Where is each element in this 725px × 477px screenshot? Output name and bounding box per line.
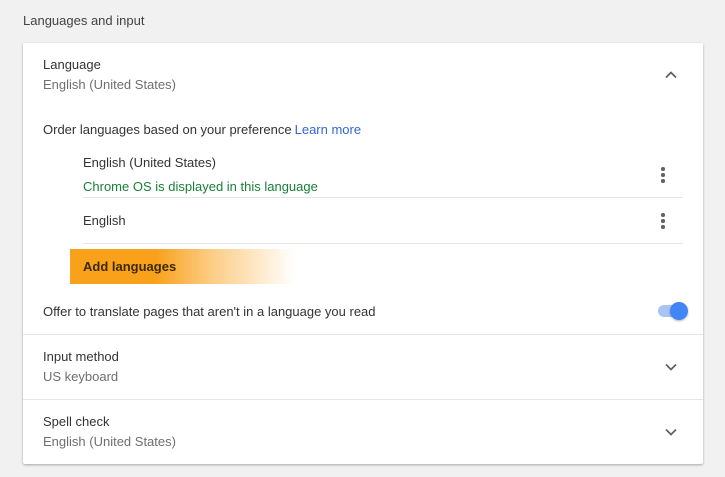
- toggle-knob: [670, 302, 688, 320]
- spell-check-title: Spell check: [43, 414, 110, 429]
- chevron-down-icon[interactable]: [660, 421, 682, 443]
- input-method-title: Input method: [43, 349, 119, 364]
- language-title: Language: [43, 57, 101, 72]
- languages-card: Language English (United States) Order l…: [23, 43, 703, 464]
- section-divider: [23, 334, 703, 335]
- input-method-value: US keyboard: [43, 369, 119, 384]
- language-value: English (United States): [43, 77, 176, 92]
- add-languages-label: Add languages: [83, 259, 177, 274]
- chevron-down-icon[interactable]: [660, 356, 682, 378]
- section-divider: [23, 399, 703, 400]
- translate-toggle[interactable]: [656, 302, 688, 320]
- order-languages-text: Order languages based on your preference: [43, 122, 292, 137]
- learn-more-link[interactable]: Learn more: [295, 122, 361, 137]
- add-languages-button[interactable]: Add languages: [70, 249, 295, 284]
- section-title: Languages and input: [23, 13, 145, 28]
- more-vert-icon[interactable]: [656, 165, 670, 185]
- language-item-name: English: [83, 213, 126, 228]
- spell-check-value: English (United States): [43, 434, 176, 449]
- more-vert-icon[interactable]: [656, 211, 670, 231]
- language-item-name: English (United States): [83, 155, 216, 170]
- order-languages-label: Order languages based on your preference…: [43, 122, 361, 137]
- translate-offer-label: Offer to translate pages that aren't in …: [43, 304, 376, 319]
- language-item-note: Chrome OS is displayed in this language: [83, 179, 318, 194]
- language-divider: [83, 197, 683, 198]
- chevron-up-icon[interactable]: [660, 64, 682, 86]
- language-divider: [83, 243, 683, 244]
